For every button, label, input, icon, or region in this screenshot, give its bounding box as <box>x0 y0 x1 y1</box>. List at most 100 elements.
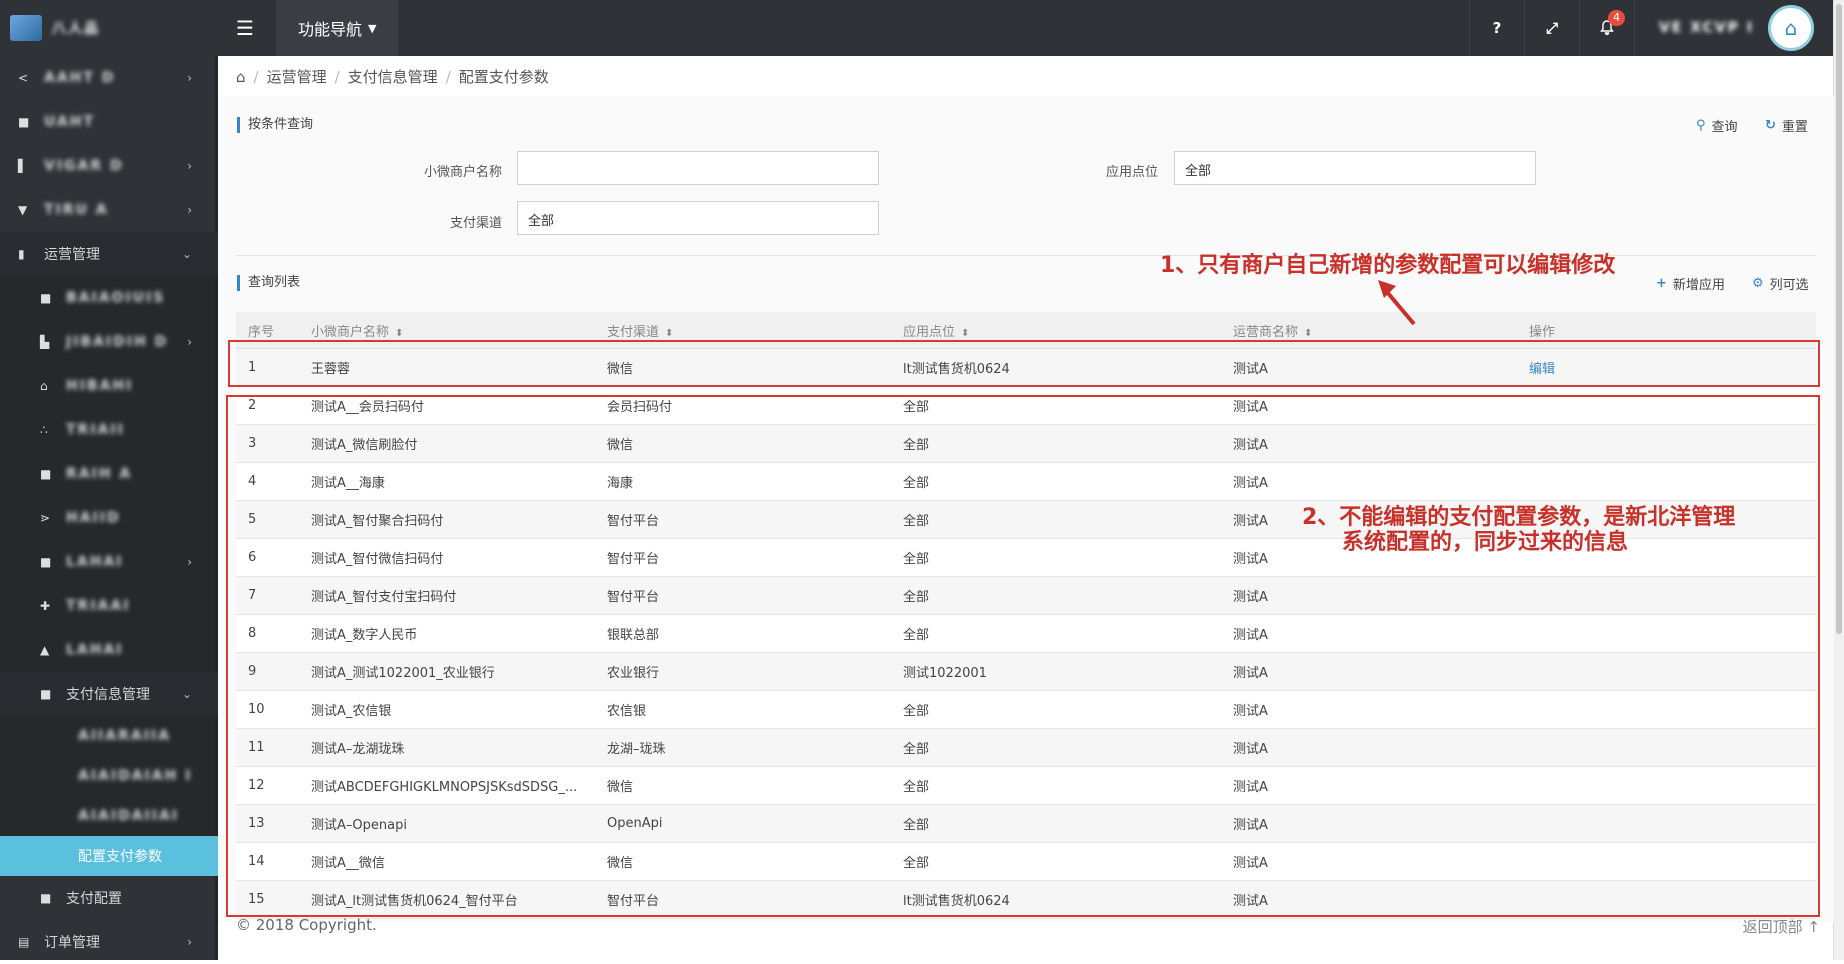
chevron-right-icon: › <box>187 71 192 85</box>
square-icon: ■ <box>40 891 52 905</box>
sidebar-item-label: TRIAAI <box>66 598 131 614</box>
help-icon[interactable]: ? <box>1468 0 1524 56</box>
highlight-box-readonly <box>226 395 1820 917</box>
add-app-label: 新增应用 <box>1672 278 1725 293</box>
sidebar-subitem[interactable]: AIIARAIIA <box>0 716 218 756</box>
col-header-label: 运营商名称 <box>1233 324 1299 340</box>
home-icon[interactable]: ⌂ <box>236 68 246 86</box>
col-header-label: 小微商户名称 <box>311 324 390 340</box>
sort-icon: ⬍ <box>961 327 970 339</box>
share-icon: ⋗ <box>40 511 51 525</box>
page-scrollbar[interactable] <box>1833 0 1844 960</box>
bar-icon: ▌ <box>18 159 28 173</box>
sidebar-item-payment-info[interactable]: ■ 支付信息管理 ⌄ <box>0 672 218 716</box>
search-label: 查询 <box>1711 120 1738 135</box>
ops-submenu: ■ BAIAOIUIS ▙ JIBAIDIH D › ⌂ HIBAHI ∴ TRIAII … <box>0 276 218 876</box>
search-button[interactable]: ⚲ 查询 <box>1696 116 1738 135</box>
reset-button[interactable]: ↻ 重置 <box>1765 116 1808 135</box>
breadcrumb-current: 配置支付参数 <box>458 68 549 86</box>
col-header-label: 支付渠道 <box>607 324 660 340</box>
sidebar-subitem[interactable]: ∴ TRIAII <box>0 408 218 452</box>
user-name: VE XCVP I <box>1658 20 1754 36</box>
merchant-name-label: 小微商户名称 <box>423 165 502 180</box>
sidebar-subitem[interactable]: ■ BAIAOIUIS <box>0 276 218 320</box>
sidebar-item-label: TRIAII <box>66 422 125 438</box>
brand-name: 八人品 <box>52 21 100 37</box>
sidebar-item-label: LAHAI <box>66 554 124 570</box>
logo-icon <box>10 15 42 41</box>
notification-bell-icon[interactable]: 4 <box>1578 0 1634 56</box>
scroll-thumb[interactable] <box>1836 4 1842 634</box>
sidebar-item-label: AIAIDAIIAI <box>78 808 180 824</box>
sidebar-item-label: RAIH A <box>66 466 133 482</box>
plus-icon: ✚ <box>40 599 51 613</box>
sidebar-item-2[interactable]: ■ UAHT <box>0 100 218 144</box>
sidebar-subitem[interactable]: ▙ JIBAIDIH D › <box>0 320 218 364</box>
sidebar-item-label: HIBAHI <box>66 378 134 394</box>
app-point-select[interactable]: 全部 <box>1174 151 1536 185</box>
annotation-note-1: 1、只有商户自己新增的参数配置可以编辑修改 <box>1160 253 1616 278</box>
breadcrumb: ⌂ / 运营管理 / 支付信息管理 / 配置支付参数 <box>236 66 549 87</box>
col-header-index: 序号 <box>248 324 275 340</box>
square-icon: ■ <box>18 115 30 129</box>
query-section-title: 按条件查询 <box>237 117 313 133</box>
breadcrumb-separator: / <box>445 67 451 86</box>
sidebar-item-label: LAHAI <box>66 642 124 658</box>
reset-label: 重置 <box>1781 120 1808 135</box>
sidebar-subitem[interactable]: ⌂ HIBAHI <box>0 364 218 408</box>
annotation-note-2-line2: 系统配置的，同步过来的信息 <box>1342 530 1629 555</box>
sort-icon: ⬍ <box>665 327 674 339</box>
breadcrumb-item[interactable]: 运营管理 <box>267 66 327 87</box>
sidebar-item-label: UAHT <box>44 114 96 130</box>
chevron-down-icon: ⌄ <box>181 247 192 261</box>
sidebar-item-4[interactable]: ▼ TIRU A › <box>0 188 218 232</box>
sidebar-item-label: 订单管理 <box>44 935 100 951</box>
sidebar-item-label: AAHT D <box>44 70 116 86</box>
sidebar-item-label: 支付信息管理 <box>66 687 150 703</box>
column-chooser-button[interactable]: ⚙ 列可选 <box>1752 274 1809 293</box>
sidebar-item-label: AIAIDAIAH I <box>78 768 193 784</box>
add-app-button[interactable]: + 新增应用 <box>1656 274 1725 293</box>
back-to-top-link[interactable]: 返回顶部 ↑ <box>1743 916 1820 937</box>
sidebar-subitem[interactable]: AIAIDAIIAI <box>0 796 218 836</box>
app-point-label: 应用点位 <box>1105 165 1158 180</box>
sidebar-item-ops-management[interactable]: ▮ 运营管理 ⌄ <box>0 232 218 276</box>
menu-toggle-icon[interactable]: ☰ <box>236 16 254 40</box>
breadcrumb-separator: / <box>253 67 259 86</box>
brand-logo[interactable]: 八人品 <box>10 12 200 44</box>
sidebar-item-3[interactable]: ▌ VIGAR D › <box>0 144 218 188</box>
sidebar-subitem[interactable]: ■ LAHAI › <box>0 540 218 584</box>
breadcrumb-item[interactable]: 支付信息管理 <box>348 66 438 87</box>
list-section-title: 查询列表 <box>237 275 300 291</box>
sidebar-subitem[interactable]: ▲ LAHAI <box>0 628 218 672</box>
annotation-arrow-icon <box>1378 280 1416 326</box>
sidebar-item-config-pay-params[interactable]: 配置支付参数 <box>0 836 218 876</box>
notification-badge: 4 <box>1607 10 1625 26</box>
help-label: ? <box>1492 19 1502 37</box>
sidebar-subitem[interactable]: ■ RAIH A <box>0 452 218 496</box>
user-menu[interactable]: VE XCVP I ⌂ <box>1633 0 1824 56</box>
col-header-merchant[interactable]: 小微商户名称 ⬍ <box>311 321 607 340</box>
square-icon: ■ <box>40 467 52 481</box>
chevron-down-icon: ⌄ <box>181 687 192 701</box>
sidebar-subitem[interactable]: ✚ TRIAAI <box>0 584 218 628</box>
sidebar-item-pay-config[interactable]: ■ 支付配置 <box>0 876 218 920</box>
col-header-point[interactable]: 应用点位 ⬍ <box>903 321 1233 340</box>
doc-icon: ▙ <box>40 335 50 349</box>
arrow-up-icon: ↑ <box>1807 918 1820 936</box>
gear-icon: ⚙ <box>1752 276 1764 291</box>
col-header-channel[interactable]: 支付渠道 ⬍ <box>607 321 903 340</box>
sidebar-item-orders[interactable]: ▤ 订单管理 › <box>0 920 218 964</box>
fullscreen-icon[interactable]: ⤢ <box>1523 0 1579 56</box>
sidebar-item-label: HAIID <box>66 510 121 526</box>
caret-down-icon: ▼ <box>368 21 377 35</box>
merchant-name-input[interactable] <box>517 151 879 185</box>
sidebar-item-label: 配置支付参数 <box>78 849 162 865</box>
sidebar-subitem[interactable]: ⋗ HAIID <box>0 496 218 540</box>
function-nav-dropdown[interactable]: 功能导航 ▼ <box>276 0 399 56</box>
pay-channel-select[interactable]: 全部 <box>517 201 879 235</box>
dot-icon: ∴ <box>40 423 48 437</box>
sidebar-subitem[interactable]: AIAIDAIAH I <box>0 756 218 796</box>
back-to-top-label: 返回顶部 <box>1742 918 1803 936</box>
sidebar-item-1[interactable]: < AAHT D › <box>0 56 218 100</box>
